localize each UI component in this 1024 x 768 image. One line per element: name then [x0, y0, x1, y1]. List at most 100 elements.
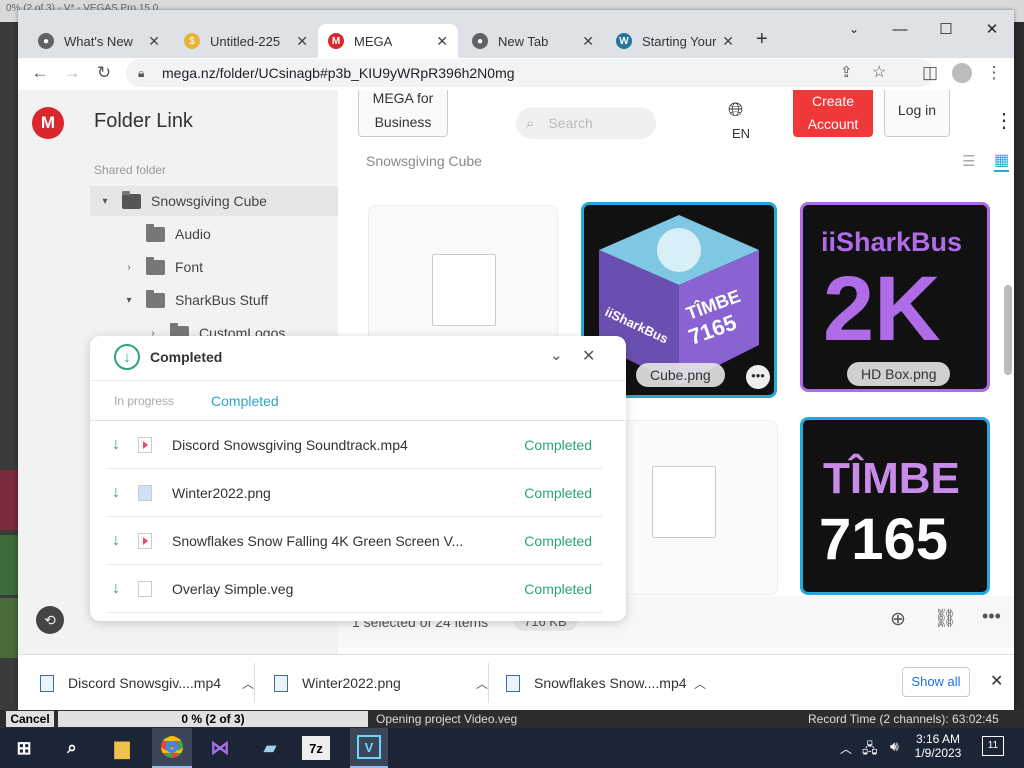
vegas-taskbar-icon[interactable]: V — [350, 728, 388, 768]
transfer-row[interactable]: ↓ Snowflakes Snow Falling 4K Green Scree… — [108, 517, 602, 565]
file-tile-timbe[interactable]: TÎMBE 7165 — [800, 417, 990, 595]
tab-label: New Tab — [498, 33, 549, 49]
track-header-3[interactable] — [0, 598, 18, 658]
transfer-row[interactable]: ↓ Overlay Simple.veg Completed — [108, 565, 602, 613]
search-input[interactable]: ⌕ Search — [516, 107, 656, 139]
track-header-1[interactable] — [0, 470, 18, 530]
search-icon[interactable]: ⌕ — [56, 732, 88, 764]
download-arrow-icon: ↓ — [112, 531, 120, 549]
notification-center-icon[interactable]: 11 — [982, 736, 1004, 756]
video-file-icon — [40, 674, 54, 692]
download-item[interactable]: Winter2022.png ︿ — [274, 665, 488, 701]
close-icon[interactable]: ✕ — [722, 33, 734, 50]
wordpress-icon: W — [616, 33, 632, 49]
file-tile-hd-box[interactable]: iiSharkBus 2K HD Box.png — [800, 202, 990, 392]
track-header-2[interactable] — [0, 535, 18, 595]
more-options-icon[interactable]: ••• — [982, 606, 1001, 627]
tree-item-label: Audio — [175, 226, 211, 242]
tab-in-progress[interactable]: In progress — [114, 394, 174, 408]
tree-item-snowsgiving-cube[interactable]: ▾ Snowsgiving Cube — [98, 186, 267, 216]
notepad-icon[interactable]: ▰ — [254, 732, 286, 764]
volume-icon[interactable]: 🔊︎ — [890, 738, 899, 755]
mega-logo[interactable]: M — [32, 107, 64, 139]
close-window-button[interactable]: ✕ — [974, 16, 1010, 42]
download-item[interactable]: Discord Snowsgiv....mp4 ︿ — [40, 665, 254, 701]
vegas-status-bar: Cancel 0 % (2 of 3) Opening project Vide… — [0, 710, 1024, 728]
taskbar-clock[interactable]: 3:16 AM 1/9/2023 — [914, 732, 962, 760]
chevron-down-icon[interactable]: ⌄ — [550, 346, 563, 364]
download-item[interactable]: Snowflakes Snow....mp4 ︿ — [506, 665, 706, 701]
divider — [488, 663, 489, 703]
tab-whats-new[interactable]: ● What's New ✕ — [28, 24, 170, 58]
close-icon[interactable]: ✕ — [582, 346, 595, 366]
sync-icon[interactable]: ⟲ — [36, 606, 64, 634]
close-icon[interactable]: ✕ — [990, 671, 1003, 691]
windows-start-icon[interactable]: ⊞ — [8, 732, 40, 764]
link-icon[interactable]: ⛓︎ — [934, 608, 957, 629]
address-bar[interactable]: 🔒︎ mega.nz/folder/UCsinagb#p3b_KIU9yWRpR… — [126, 59, 934, 87]
tab-label: Untitled-225 — [210, 33, 281, 49]
tree-item-audio[interactable]: Audio — [122, 219, 211, 249]
chevron-down-icon[interactable]: ▾ — [98, 196, 112, 207]
chevron-right-icon[interactable]: › — [122, 262, 136, 273]
new-tab-button[interactable]: + — [756, 28, 768, 51]
close-icon[interactable]: ✕ — [436, 33, 448, 50]
chevron-up-icon[interactable]: ︿ — [476, 675, 488, 692]
more-menu-icon[interactable]: ⋮ — [994, 108, 1014, 133]
close-icon[interactable]: ✕ — [148, 33, 160, 50]
network-icon[interactable]: 🖧︎ — [862, 738, 878, 762]
close-icon[interactable]: ✕ — [296, 33, 308, 50]
grid-view-icon[interactable]: ▦ — [994, 150, 1010, 172]
profile-avatar[interactable] — [950, 61, 974, 85]
tab-untitled[interactable]: $ Untitled-225 ✕ — [174, 24, 318, 58]
login-button[interactable]: Log in — [884, 90, 950, 137]
scrollbar-thumb[interactable] — [1004, 285, 1012, 375]
cancel-button[interactable]: Cancel — [6, 711, 54, 727]
list-view-icon[interactable]: ☰ — [962, 152, 975, 170]
download-complete-icon: ↓ — [114, 344, 140, 370]
breadcrumb[interactable]: Snowsgiving Cube — [366, 153, 482, 169]
bookmark-star-icon[interactable]: ☆ — [872, 59, 886, 87]
create-account-button[interactable]: Create Account — [793, 90, 873, 137]
transfer-row[interactable]: ↓ Winter2022.png Completed — [108, 469, 602, 517]
windows-taskbar: ⊞ ⌕ ▆ ⋈ ▰ 7z V ︿ 🖧︎ 🔊︎ 3:16 AM 1/9/2023 … — [0, 728, 1024, 768]
mega-for-business-button[interactable]: MEGA for Business — [358, 90, 448, 137]
close-icon[interactable]: ✕ — [582, 33, 594, 50]
video-file-icon — [506, 674, 520, 692]
clock-date: 1/9/2023 — [914, 746, 962, 760]
tab-search-button[interactable]: ⌄ — [836, 16, 872, 42]
chrome-icon: ● — [38, 33, 54, 49]
chevron-up-icon[interactable]: ︿ — [840, 740, 852, 757]
share-icon[interactable]: ⇪ — [840, 59, 853, 87]
mega-icon: M — [328, 33, 344, 49]
visual-studio-icon[interactable]: ⋈ — [204, 732, 236, 764]
tab-wordpress[interactable]: W Starting Your D ✕ — [606, 24, 744, 58]
tab-completed[interactable]: Completed — [211, 393, 279, 409]
tree-item-font[interactable]: › Font — [122, 252, 203, 282]
minimize-button[interactable]: — — [882, 16, 918, 42]
side-panel-icon[interactable]: ◫ — [918, 61, 942, 85]
image-file-icon — [138, 484, 152, 501]
language-label[interactable]: EN — [732, 126, 750, 141]
download-file-name: Winter2022.png — [302, 675, 401, 691]
tree-item-sharkbus-stuff[interactable]: ▾ SharkBus Stuff — [122, 285, 268, 315]
maximize-button[interactable]: ☐ — [928, 16, 964, 42]
chevron-up-icon[interactable]: ︿ — [694, 675, 706, 692]
transfer-status: Completed — [524, 532, 592, 549]
more-options-icon[interactable]: ••• — [746, 365, 770, 389]
chevron-down-icon[interactable]: ▾ — [122, 295, 136, 306]
back-icon[interactable]: ← — [28, 61, 52, 85]
forward-icon[interactable]: → — [60, 61, 84, 85]
tab-mega[interactable]: M MEGA ✕ — [318, 24, 458, 58]
chevron-up-icon[interactable]: ︿ — [242, 675, 254, 692]
browser-menu-icon[interactable]: ⋮ — [982, 61, 1006, 85]
tab-new-tab[interactable]: ● New Tab ✕ — [462, 24, 604, 58]
reload-icon[interactable]: ↻ — [92, 61, 116, 85]
show-all-button[interactable]: Show all — [902, 667, 970, 697]
file-explorer-icon[interactable]: ▆ — [106, 732, 138, 764]
chrome-taskbar-icon[interactable] — [152, 728, 192, 768]
7zip-icon[interactable]: 7z — [302, 736, 330, 760]
transfer-row[interactable]: ↓ Discord Snowsgiving Soundtrack.mp4 Com… — [108, 421, 602, 469]
globe-icon[interactable]: 🌐︎ — [728, 100, 743, 122]
download-icon[interactable]: ⊕ — [890, 608, 906, 631]
